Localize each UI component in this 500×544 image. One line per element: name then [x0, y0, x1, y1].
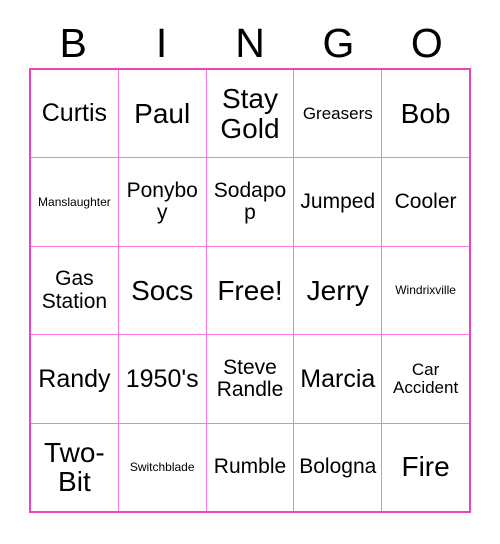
header-letter-b: B: [59, 19, 87, 66]
bingo-cell-o1[interactable]: Bob: [382, 70, 469, 158]
bingo-row-5: Two-Bit Switchblade Rumble Bologna Fire: [31, 423, 469, 512]
bingo-row-3: Gas Station Socs Free! Jerry Windrixvill…: [31, 246, 469, 336]
header-letter-i: I: [155, 19, 168, 66]
bingo-cell-g5[interactable]: Bologna: [294, 423, 383, 512]
bingo-cell-o2[interactable]: Cooler: [382, 158, 469, 246]
bingo-card: B I N G O Curtis Paul Stay Gold Greasers…: [0, 0, 500, 544]
bingo-cell-n2[interactable]: Sodapop: [206, 158, 295, 246]
bingo-cell-o3[interactable]: Windrixville: [382, 246, 469, 335]
bingo-cell-free[interactable]: Free!: [206, 246, 295, 335]
bingo-cell-g4[interactable]: Marcia: [294, 335, 383, 423]
bingo-cell-g1[interactable]: Greasers: [294, 70, 383, 158]
bingo-grid: Curtis Paul Stay Gold Greasers Bob Mansl…: [29, 68, 471, 513]
bingo-cell-o5[interactable]: Fire: [382, 423, 469, 512]
header-letter-g: G: [322, 19, 355, 66]
bingo-row-1: Curtis Paul Stay Gold Greasers Bob: [31, 70, 469, 159]
bingo-cell-i5[interactable]: Switchblade: [118, 423, 207, 512]
bingo-cell-n4[interactable]: Steve Randle: [206, 335, 295, 423]
bingo-cell-i1[interactable]: Paul: [118, 70, 207, 158]
bingo-cell-b5[interactable]: Two-Bit: [31, 423, 119, 512]
bingo-cell-i2[interactable]: Ponyboy: [118, 158, 207, 246]
bingo-cell-b2[interactable]: Manslaughter: [31, 158, 119, 246]
bingo-row-2: Manslaughter Ponyboy Sodapop Jumped Cool…: [31, 158, 469, 247]
bingo-cell-b1[interactable]: Curtis: [31, 70, 119, 158]
bingo-cell-b3[interactable]: Gas Station: [31, 246, 119, 335]
header-letter-o: O: [410, 19, 443, 66]
bingo-cell-i3[interactable]: Socs: [118, 246, 207, 335]
bingo-cell-n1[interactable]: Stay Gold: [206, 70, 295, 158]
bingo-cell-g3[interactable]: Jerry: [294, 246, 383, 335]
bingo-cell-o4[interactable]: Car Accident: [382, 335, 469, 423]
bingo-row-4: Randy 1950's Steve Randle Marcia Car Acc…: [31, 335, 469, 424]
bingo-cell-n5[interactable]: Rumble: [206, 423, 295, 512]
bingo-cell-b4[interactable]: Randy: [31, 335, 119, 423]
header-letter-n: N: [235, 19, 265, 66]
bingo-header: B I N G O: [29, 18, 471, 68]
bingo-cell-i4[interactable]: 1950's: [118, 335, 207, 423]
bingo-cell-g2[interactable]: Jumped: [294, 158, 383, 246]
